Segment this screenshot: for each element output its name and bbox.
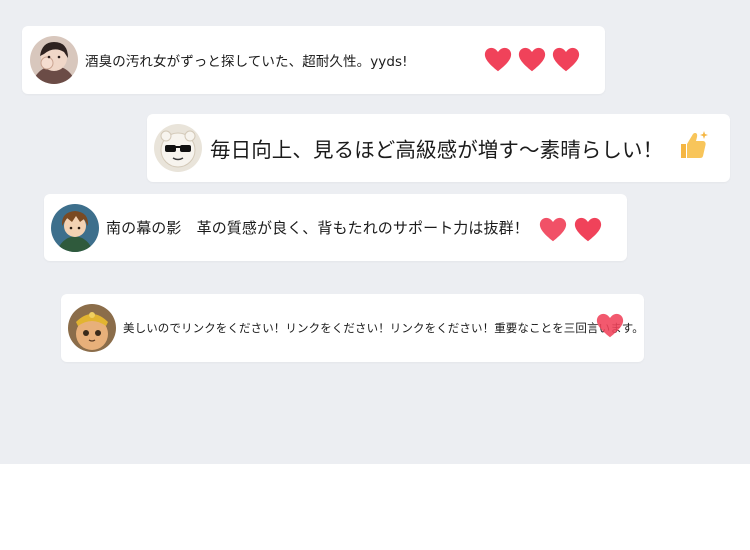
heart-icon <box>551 45 581 75</box>
heart-icon <box>573 215 603 245</box>
heart-icon <box>517 45 547 75</box>
avatar[interactable] <box>68 304 116 352</box>
comment-bubble[interactable]: 美しいのでリンクをください！リンクをください！リンクをください！重要なことを三回… <box>61 294 644 362</box>
comment-bubble[interactable]: 毎日向上、見るほど高級感が増す〜素晴らしい！ <box>147 114 730 182</box>
danmaku-canvas: 酒臭の汚れ女がずっと探していた、超耐久性。yyds! 毎日向上、見るほど高級感が… <box>0 0 750 464</box>
avatar[interactable] <box>154 124 202 172</box>
heart-icon <box>538 215 568 245</box>
heart-icon <box>483 45 513 75</box>
comment-text: 南の幕の影 革の質感が良く、背もたれのサポート力は抜群！ <box>106 219 529 237</box>
thumbs-up-icon <box>675 128 709 162</box>
comment-text: 毎日向上、見るほど高級感が増す〜素晴らしい！ <box>210 138 664 162</box>
cat-avatar-icon <box>68 304 116 352</box>
comment-bubble[interactable]: 南の幕の影 革の質感が良く、背もたれのサポート力は抜群！ <box>44 194 627 261</box>
heart-icon <box>595 311 625 341</box>
comment-text: 酒臭の汚れ女がずっと探していた、超耐久性。yyds! <box>85 54 408 70</box>
comment-bubble[interactable]: 酒臭の汚れ女がずっと探していた、超耐久性。yyds! <box>22 26 605 94</box>
sunglasses-cartoon-icon <box>154 124 202 172</box>
anime-boy-icon <box>51 203 99 252</box>
user-photo-icon <box>30 36 78 84</box>
avatar[interactable] <box>51 203 99 252</box>
comment-text: 美しいのでリンクをください！リンクをください！リンクをください！重要なことを三回… <box>123 321 644 335</box>
avatar[interactable] <box>30 36 78 84</box>
